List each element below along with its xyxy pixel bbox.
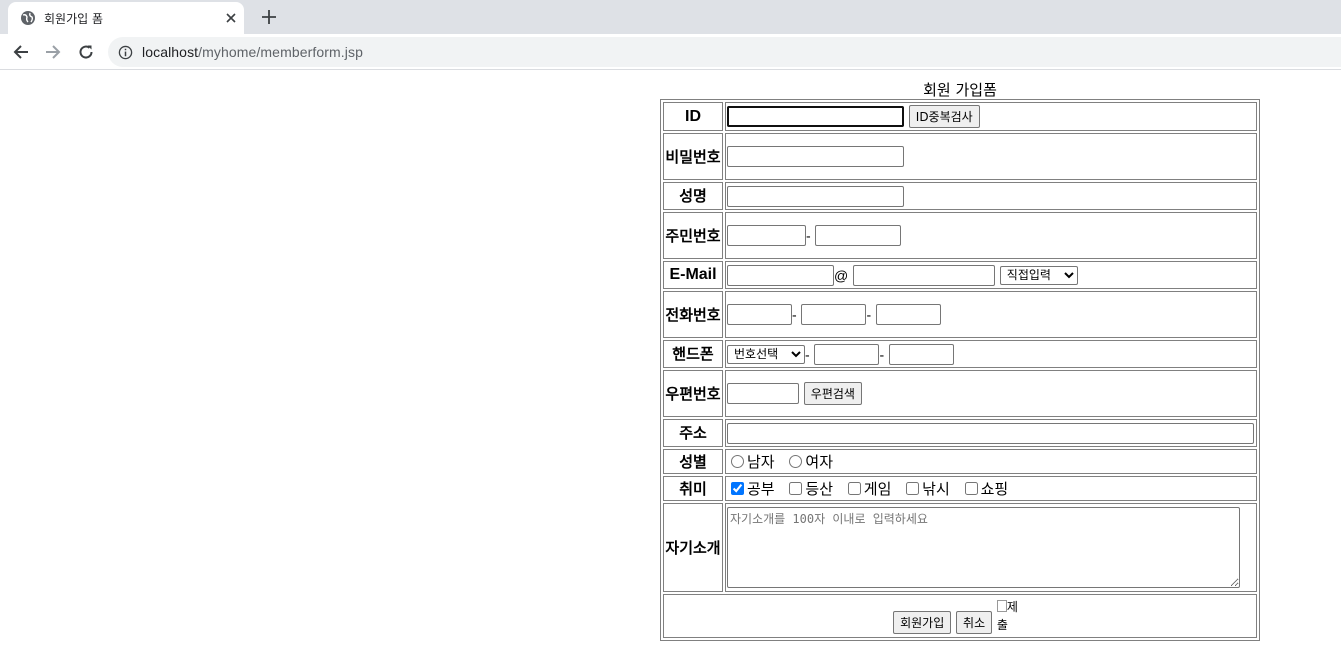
id-check-button[interactable]: ID중복검사	[908, 105, 980, 128]
tab-title: 회원가입 폼	[44, 12, 104, 26]
hobby-fishing-checkbox[interactable]	[906, 482, 920, 495]
reload-icon[interactable]	[77, 43, 95, 61]
label-intro: 자기소개	[663, 503, 723, 592]
browser-tab[interactable]: 회원가입 폼	[8, 2, 244, 34]
dash: -	[879, 346, 885, 362]
zip-code-input[interactable]	[727, 383, 799, 404]
password-input[interactable]	[727, 146, 904, 167]
gender-male-label: 남자	[747, 453, 775, 471]
hobby-study-label: 공부	[747, 480, 775, 498]
info-icon[interactable]	[118, 45, 133, 60]
hobby-fishing-label: 낚시	[922, 480, 950, 498]
hobby-shopping-checkbox[interactable]	[964, 482, 978, 495]
hobby-hiking-checkbox[interactable]	[789, 482, 803, 495]
intro-textarea[interactable]	[727, 507, 1240, 588]
label-zip: 우편번호	[663, 370, 723, 417]
address-input[interactable]	[727, 422, 1254, 444]
hobby-option-shopping[interactable]: 쇼핑	[961, 478, 1009, 499]
broken-image-icon	[996, 600, 1007, 612]
email-id-input[interactable]	[727, 264, 834, 286]
gender-option-female[interactable]: 여자	[785, 451, 833, 472]
hobby-option-game[interactable]: 게임	[844, 478, 892, 499]
form-actions: 회원가입 취소 제출	[663, 594, 1257, 638]
hobby-study-checkbox[interactable]	[731, 482, 744, 495]
email-domain-select[interactable]: 직접입력	[999, 265, 1078, 285]
label-phone: 전화번호	[663, 291, 723, 338]
phone-middle-input[interactable]	[801, 304, 867, 325]
phone-area-input[interactable]	[727, 304, 792, 325]
dash: -	[792, 306, 797, 323]
email-domain-input[interactable]	[853, 264, 995, 286]
dash: -	[806, 227, 811, 244]
mobile-last-input[interactable]	[888, 343, 954, 365]
id-input[interactable]	[727, 106, 904, 127]
member-form-table: ID ID중복검사 비밀번호 성명 주민번호 - E-Mail @ 직접입력 전…	[660, 99, 1260, 641]
signup-button[interactable]: 회원가입	[893, 611, 952, 634]
mobile-middle-input[interactable]	[814, 343, 880, 365]
back-arrow-icon[interactable]	[12, 43, 30, 61]
url-path: /myhome/memberform.jsp	[198, 44, 363, 60]
resident-number-back-input[interactable]	[815, 225, 902, 246]
name-input[interactable]	[727, 185, 904, 207]
label-hobby: 취미	[663, 476, 723, 501]
mobile-prefix-select[interactable]: 번호선택	[727, 344, 805, 364]
address-bar[interactable]: localhost/myhome/memberform.jsp	[108, 37, 1341, 67]
submit-image-button[interactable]: 제출	[996, 598, 1027, 634]
label-id: ID	[663, 102, 723, 131]
url-host: localhost	[142, 44, 199, 60]
tab-strip: 회원가입 폼	[0, 0, 1341, 34]
dash: -	[805, 346, 810, 362]
browser-toolbar: localhost/myhome/memberform.jsp	[0, 34, 1341, 70]
cancel-button[interactable]: 취소	[956, 611, 993, 634]
hobby-option-hiking[interactable]: 등산	[785, 478, 833, 499]
email-at-sign: @	[834, 267, 849, 283]
label-name: 성명	[663, 182, 723, 210]
hobby-game-checkbox[interactable]	[847, 482, 861, 495]
resident-number-front-input[interactable]	[727, 225, 806, 246]
zip-search-button[interactable]: 우편검색	[803, 382, 862, 405]
gender-option-male[interactable]: 남자	[727, 451, 775, 472]
globe-icon	[21, 11, 35, 25]
new-tab-icon[interactable]	[260, 8, 278, 26]
label-address: 주소	[663, 419, 723, 447]
gender-male-radio[interactable]	[731, 455, 744, 468]
hobby-option-study[interactable]: 공부	[727, 478, 775, 499]
hobby-hiking-label: 등산	[805, 480, 833, 498]
label-gender: 성별	[663, 449, 723, 474]
form-caption: 회원 가입폼	[923, 81, 997, 99]
url-text[interactable]: localhost/myhome/memberform.jsp	[142, 44, 363, 60]
gender-female-radio[interactable]	[789, 455, 803, 468]
phone-last-input[interactable]	[875, 304, 941, 325]
dash: -	[866, 306, 872, 323]
close-tab-icon[interactable]	[224, 11, 238, 25]
forward-arrow-icon[interactable]	[44, 43, 62, 61]
gender-female-label: 여자	[805, 453, 833, 471]
hobby-game-label: 게임	[863, 480, 892, 498]
label-mobile: 핸드폰	[663, 340, 723, 368]
hobby-option-fishing[interactable]: 낚시	[902, 478, 950, 499]
label-email: E-Mail	[663, 261, 723, 289]
label-password: 비밀번호	[663, 133, 723, 180]
label-resident-number: 주민번호	[663, 212, 723, 259]
hobby-shopping-label: 쇼핑	[980, 480, 1009, 498]
